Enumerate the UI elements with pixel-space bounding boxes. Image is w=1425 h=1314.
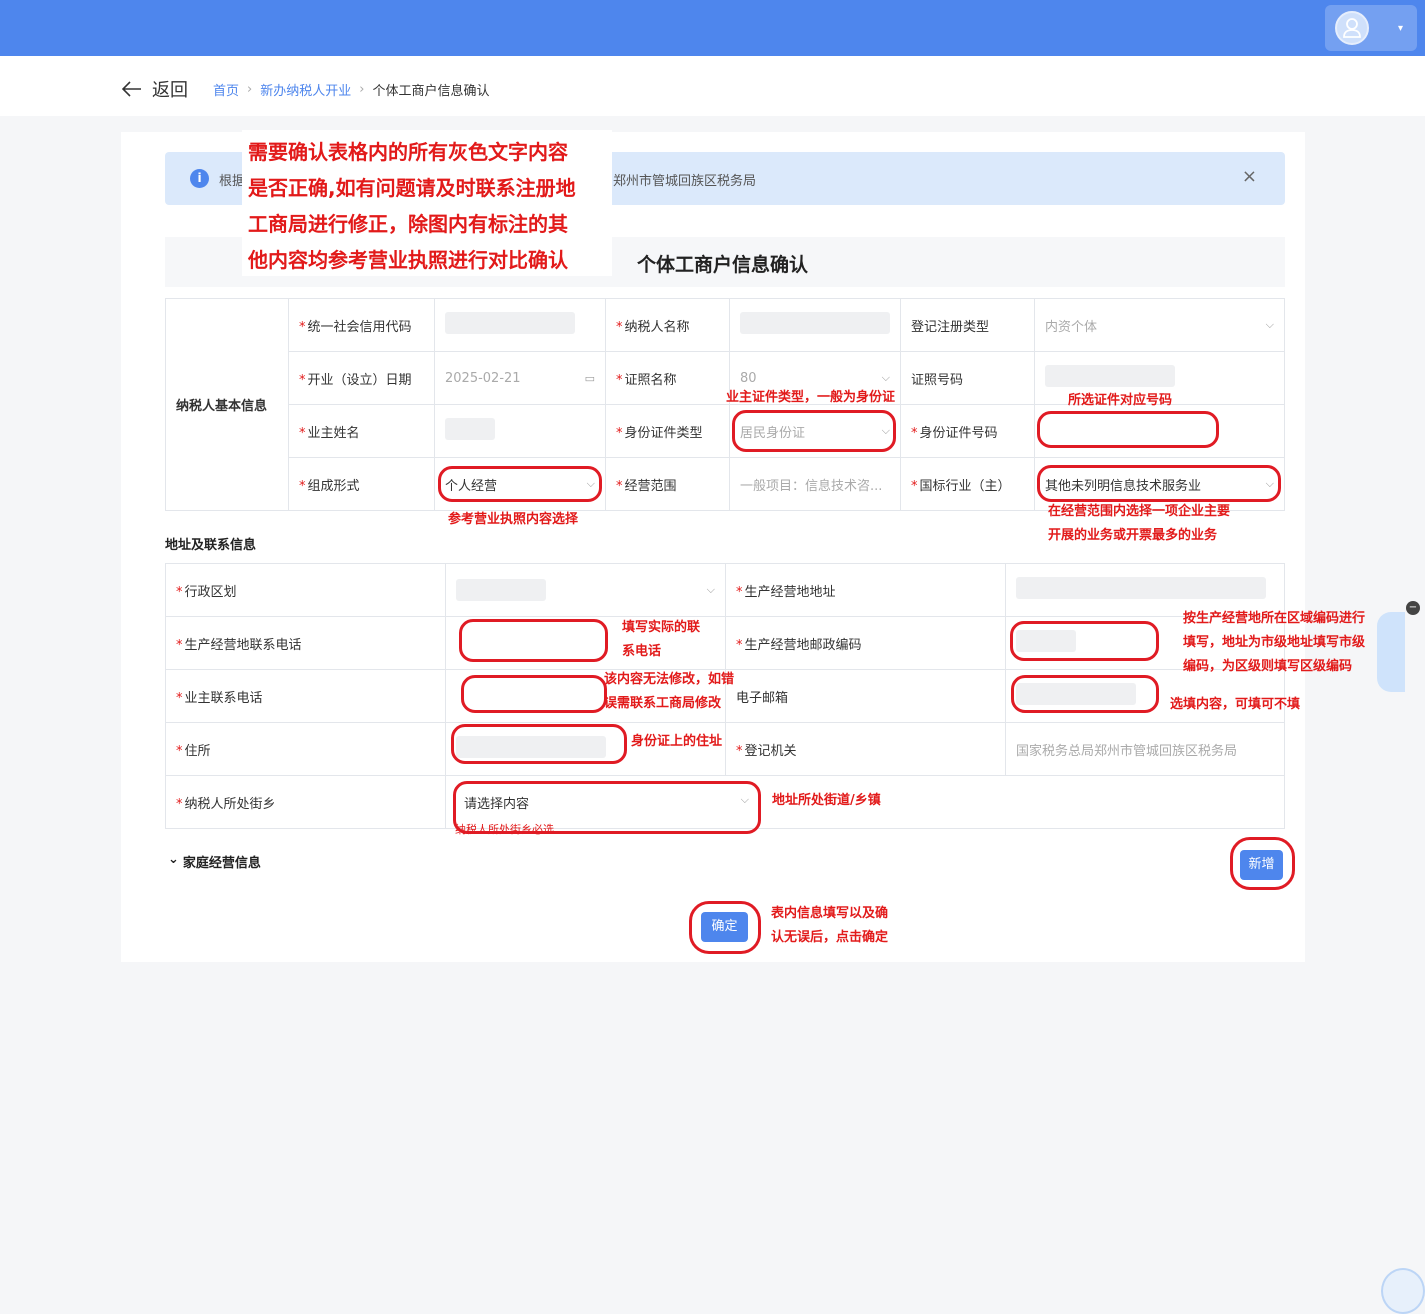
taxpayer-name-field	[729, 298, 901, 352]
top-bar: ▾	[0, 0, 1425, 56]
annotation-biz-phone: 填写实际的联 系电话	[622, 620, 701, 659]
family-section-title: 家庭经营信息	[182, 856, 261, 871]
credit-code-field	[434, 298, 606, 352]
industry-label: * 国标行业（主）	[900, 457, 1035, 511]
chevron-down-icon: ⌵	[586, 477, 595, 490]
back-button[interactable]: 返回	[122, 76, 188, 102]
reg-type-select: 内资个体 ⌵	[1034, 298, 1285, 352]
id-type-select[interactable]: 居民身份证 ⌵	[729, 404, 901, 458]
back-label: 返回	[152, 80, 188, 101]
arrow-left-icon	[122, 81, 141, 97]
reg-authority-field: 国家税务总局郑州市管城回族区税务局	[1005, 722, 1285, 776]
chat-robot-icon[interactable]	[1381, 1268, 1425, 1314]
chevron-down-icon: ⌵	[706, 583, 715, 596]
owner-phone-label: * 业主联系电话	[165, 669, 446, 723]
calendar-icon: ▭	[584, 371, 595, 385]
instruction-note: 需要确认表格内的所有灰色文字内容 是否正确,如有问题请及时联系注册地 工商局进行…	[242, 130, 612, 276]
annotation-owner-phone: 该内容无法修改，如错 误需联系工商局修改	[604, 672, 735, 711]
id-type-label: * 身份证件类型	[605, 404, 730, 458]
reg-type-label: 登记注册类型	[900, 298, 1035, 352]
biz-phone-label: * 生产经营地联系电话	[165, 616, 446, 670]
region-select[interactable]: ⌵	[445, 563, 726, 617]
id-no-label: * 身份证件号码	[900, 404, 1035, 458]
credit-code-label: * 统一社会信用代码	[288, 298, 435, 352]
open-date-label: * 开业（设立）日期	[288, 351, 435, 405]
basic-info-section-label: 纳税人基本信息	[165, 298, 289, 511]
notice-text-end: 郑州市管城回族区税务局	[613, 174, 757, 189]
annotation-industry: 在经营范围内选择一项企业主要 开展的业务或开票最多的业务	[1048, 504, 1231, 543]
user-menu[interactable]: ▾	[1325, 5, 1417, 51]
chevron-down-icon: ⌵	[881, 424, 890, 437]
breadcrumb-bar: 返回 首页 › 新办纳税人开业 › 个体工商户信息确认	[0, 56, 1425, 116]
region-label: * 行政区划	[165, 563, 446, 617]
scope-label: * 经营范围	[605, 457, 730, 511]
user-avatar-icon	[1335, 11, 1369, 45]
chevron-down-icon: ⌵	[740, 793, 749, 806]
license-no-label: 证照号码	[900, 351, 1035, 405]
annotation-id-type: 业主证件类型，一般为身份证	[726, 390, 896, 405]
chevron-down-icon: ⌄	[168, 852, 179, 867]
reg-authority-label: * 登记机关	[725, 722, 1006, 776]
license-name-label: * 证照名称	[605, 351, 730, 405]
breadcrumb-separator-icon: ›	[247, 82, 253, 97]
open-date-field: 2025-02-21 ▭	[434, 351, 606, 405]
annotation-org-form: 参考营业执照内容选择	[448, 512, 579, 527]
breadcrumb-separator-icon: ›	[359, 82, 365, 97]
annotation-residence: 身份证上的住址	[631, 734, 723, 749]
chevron-down-icon: ⌵	[1265, 477, 1274, 490]
org-form-select[interactable]: 个人经营 ⌵	[434, 457, 606, 511]
street-label: * 纳税人所处街乡	[165, 775, 446, 829]
annotation-email: 选填内容，可填可不填	[1170, 697, 1301, 712]
email-label: 电子邮箱	[725, 669, 1006, 723]
chevron-down-icon: ⌵	[1265, 318, 1274, 331]
breadcrumb-current: 个体工商户信息确认	[372, 84, 490, 99]
annotation-postcode: 按生产经营地所在区域编码进行 填写，地址为市级地址填写市级 编码，为区级则填写区级编…	[1183, 611, 1366, 674]
taxpayer-name-label: * 纳税人名称	[605, 298, 730, 352]
breadcrumb: 首页 › 新办纳税人开业 › 个体工商户信息确认	[213, 80, 489, 99]
minus-icon[interactable]: −	[1406, 601, 1420, 615]
close-icon[interactable]: ×	[1242, 166, 1257, 187]
owner-name-label: * 业主姓名	[288, 404, 435, 458]
annotation-confirm: 表内信息填写以及确 认无误后，点击确定	[771, 906, 889, 945]
family-section-toggle[interactable]: ⌄ 家庭经营信息	[168, 852, 261, 871]
address-section-title: 地址及联系信息	[165, 538, 257, 553]
scope-field: 一般项目：信息技术咨...	[729, 457, 901, 511]
residence-label: * 住所	[165, 722, 446, 776]
street-select[interactable]: 请选择内容 ⌵	[464, 793, 749, 812]
chevron-down-icon: ▾	[1397, 23, 1403, 34]
biz-address-label: * 生产经营地地址	[725, 563, 1006, 617]
postcode-label: * 生产经营地邮政编码	[725, 616, 1006, 670]
floating-helper-widget[interactable]	[1377, 612, 1405, 692]
annotation-street: 地址所处街道/乡镇	[772, 793, 881, 808]
annotation-id-no: 所选证件对应号码	[1068, 393, 1173, 408]
chevron-down-icon: ⌵	[881, 371, 890, 384]
page-title: 个体工商户信息确认	[637, 254, 809, 276]
street-error: 纳税人所处街乡必选	[455, 823, 554, 836]
owner-name-field	[434, 404, 606, 458]
breadcrumb-new-taxpayer[interactable]: 新办纳税人开业	[260, 80, 351, 99]
breadcrumb-home[interactable]: 首页	[213, 80, 239, 99]
org-form-label: * 组成形式	[288, 457, 435, 511]
confirm-button[interactable]: 确定	[701, 912, 748, 942]
add-button[interactable]: 新增	[1240, 850, 1283, 880]
info-icon: i	[190, 169, 209, 188]
